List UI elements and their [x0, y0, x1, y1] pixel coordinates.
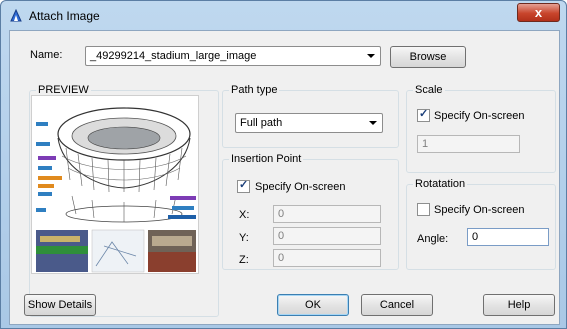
name-label: Name:: [30, 49, 63, 61]
scale-group: Scale ✓ Specify On-screen 1: [406, 84, 556, 173]
name-dropdown-value: _49299214_stadium_large_image: [90, 50, 257, 62]
checkmark-icon: ✓: [419, 108, 429, 120]
cancel-button[interactable]: Cancel: [361, 294, 433, 316]
angle-value: 0: [472, 231, 479, 243]
path-type-value: Full path: [240, 117, 283, 129]
scale-label: Scale: [413, 84, 445, 96]
ok-button[interactable]: OK: [277, 294, 349, 316]
insertion-point-label: Insertion Point: [229, 153, 304, 165]
y-label: Y:: [239, 232, 249, 244]
rotation-specify-checkbox[interactable]: [417, 203, 430, 216]
browse-button[interactable]: Browse: [390, 46, 466, 68]
window-title: Attach Image: [29, 9, 100, 23]
angle-input[interactable]: 0: [467, 228, 549, 246]
y-value: 0: [278, 230, 285, 242]
y-input[interactable]: 0: [273, 227, 381, 245]
path-type-label: Path type: [229, 84, 280, 96]
chevron-down-icon: [369, 121, 377, 125]
scale-specify-checkbox[interactable]: ✓: [417, 108, 430, 122]
browse-button-label: Browse: [409, 51, 447, 63]
insertion-specify-label: Specify On-screen: [255, 181, 346, 193]
help-button[interactable]: Help: [483, 294, 555, 316]
ok-label: OK: [305, 299, 321, 311]
title-bar[interactable]: Attach Image x: [1, 1, 566, 31]
attach-image-dialog: Attach Image x Name: _49299214_stadium_l…: [0, 0, 567, 329]
scale-input[interactable]: 1: [417, 135, 520, 153]
app-logo-icon: [10, 9, 22, 22]
show-details-button[interactable]: Show Details: [24, 294, 96, 316]
preview-image: [31, 95, 199, 274]
close-icon: x: [534, 5, 543, 20]
checkmark-icon: ✓: [239, 179, 249, 191]
path-type-dropdown[interactable]: Full path: [235, 113, 383, 133]
path-type-group: Path type Full path: [222, 84, 399, 148]
show-details-label: Show Details: [27, 299, 93, 311]
close-button[interactable]: x: [517, 3, 560, 22]
name-dropdown[interactable]: _49299214_stadium_large_image: [85, 46, 381, 66]
chevron-down-icon: [367, 54, 375, 58]
x-label: X:: [239, 209, 250, 221]
stadium-image: [32, 96, 198, 273]
rotation-group: Rotatation Specify On-screen Angle: 0: [406, 178, 556, 270]
insertion-specify-checkbox[interactable]: ✓: [237, 179, 250, 193]
rotation-specify-label: Specify On-screen: [434, 204, 525, 216]
scale-specify-label: Specify On-screen: [434, 110, 525, 122]
angle-label: Angle:: [417, 233, 449, 245]
help-label: Help: [507, 299, 531, 311]
z-value: 0: [278, 252, 285, 264]
x-input[interactable]: 0: [273, 205, 381, 223]
insertion-point-group: Insertion Point ✓ Specify On-screen X: 0…: [222, 153, 399, 270]
rotation-label: Rotatation: [413, 178, 468, 190]
cancel-label: Cancel: [379, 299, 415, 311]
scale-value: 1: [422, 138, 429, 150]
x-value: 0: [278, 208, 285, 220]
z-input[interactable]: 0: [273, 249, 381, 267]
z-label: Z:: [239, 254, 249, 266]
